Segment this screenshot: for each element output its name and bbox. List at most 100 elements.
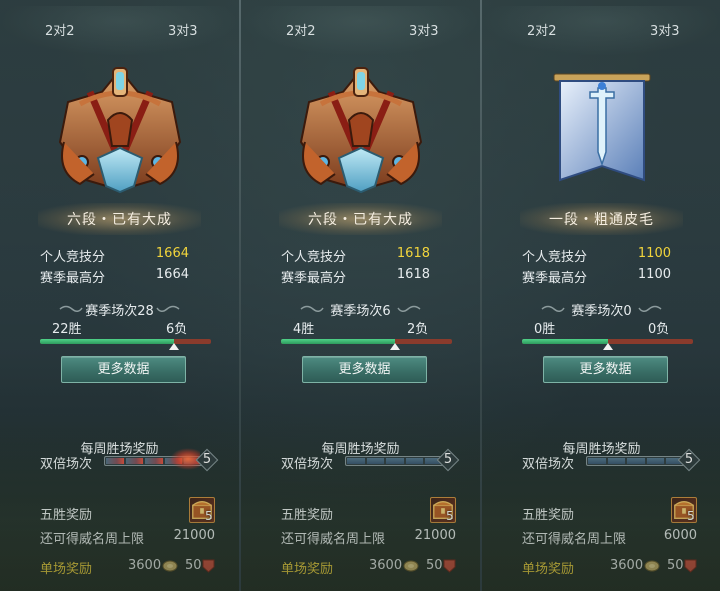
double-count: 5 <box>684 452 694 467</box>
season-high-label: 赛季最高分 <box>40 271 106 286</box>
personal-score-value: 1100 <box>637 246 671 261</box>
coin-icon <box>403 560 419 572</box>
season-matches: 赛季场次6 <box>330 304 391 319</box>
fame-limit-value: 21000 <box>173 528 215 543</box>
tab-3v3[interactable]: 3对3 <box>409 20 439 39</box>
win-loss-marker-icon <box>169 343 180 350</box>
swirl-ornament-right <box>397 305 421 312</box>
segment <box>106 458 124 464</box>
segment <box>646 458 665 464</box>
fame-limit-value: 21000 <box>414 528 456 543</box>
single-match-reward-label: 单场奖励 <box>281 562 334 577</box>
segment <box>386 458 404 464</box>
losses-text: 2负 <box>407 322 429 337</box>
chest-count: 5 <box>446 509 454 523</box>
red-medal-icon <box>443 559 456 573</box>
more-data-button[interactable]: 更多数据 <box>61 356 186 383</box>
season-high-value: 1618 <box>396 267 430 282</box>
segment <box>627 458 645 464</box>
mode-tabs: 2对2 3对3 <box>241 20 480 42</box>
personal-score-label: 个人竞技分 <box>281 250 347 265</box>
win-loss-marker-icon <box>390 343 401 350</box>
bronze-crest-emblem-icon <box>299 67 422 194</box>
rank-title: 一段・粗通皮毛 <box>549 212 654 228</box>
tab-2v2[interactable]: 2对2 <box>286 20 316 39</box>
double-matches-label: 双倍场次 <box>522 457 575 472</box>
win-fill <box>281 339 396 344</box>
blue-banner-sword-emblem-icon <box>553 73 650 182</box>
double-matches-label: 双倍场次 <box>40 457 93 472</box>
bronze-crest-emblem-icon <box>58 67 181 194</box>
coin-reward-value: 3600 <box>610 558 644 573</box>
medal-reward-value: 50 <box>185 558 202 573</box>
segment <box>405 458 424 464</box>
segment <box>366 458 385 464</box>
win-loss-bar <box>281 339 452 344</box>
double-matches-bar <box>345 456 445 466</box>
coin-reward-value: 3600 <box>369 558 403 573</box>
tab-2v2[interactable]: 2对2 <box>45 20 75 39</box>
rank-title: 六段・已有大成 <box>67 212 172 228</box>
segment <box>347 458 365 464</box>
chest-count: 5 <box>687 509 695 523</box>
wins-text: 4胜 <box>293 322 315 337</box>
segment <box>588 458 606 464</box>
chest-count: 5 <box>205 509 213 523</box>
season-matches: 赛季场次28 <box>85 304 154 319</box>
double-count: 5 <box>443 452 453 467</box>
coin-reward-value: 3600 <box>128 558 162 573</box>
medal-reward-value: 50 <box>426 558 443 573</box>
season-high-label: 赛季最高分 <box>522 271 588 286</box>
coin-icon <box>162 560 178 572</box>
tab-3v3[interactable]: 3对3 <box>650 20 680 39</box>
five-win-reward-label: 五胜奖励 <box>40 508 93 523</box>
ranking-panel-3: 2对2 3对3 一段・粗通皮毛 个人竞技分 1100 赛季最高分 1100 赛季… <box>482 0 720 591</box>
fame-limit-label: 还可得威名周上限 <box>40 532 145 547</box>
personal-score-value: 1664 <box>155 246 189 261</box>
personal-score-label: 个人竞技分 <box>40 250 106 265</box>
single-match-reward-label: 单场奖励 <box>522 562 575 577</box>
coin-icon <box>644 560 660 572</box>
fame-limit-label: 还可得威名周上限 <box>522 532 627 547</box>
red-medal-icon <box>684 559 697 573</box>
season-high-value: 1100 <box>637 267 671 282</box>
fame-limit-value: 6000 <box>663 528 697 543</box>
rank-title: 六段・已有大成 <box>308 212 413 228</box>
double-count: 5 <box>202 452 212 467</box>
win-fill <box>522 339 608 344</box>
season-high-label: 赛季最高分 <box>281 271 347 286</box>
win-loss-marker-icon <box>602 343 613 350</box>
medal-reward-value: 50 <box>667 558 684 573</box>
double-matches-label: 双倍场次 <box>281 457 334 472</box>
swirl-ornament-right <box>638 305 662 312</box>
personal-score-value: 1618 <box>396 246 430 261</box>
more-data-button[interactable]: 更多数据 <box>302 356 427 383</box>
season-high-value: 1664 <box>155 267 189 282</box>
tab-3v3[interactable]: 3对3 <box>168 20 198 39</box>
mode-tabs: 2对2 3对3 <box>482 20 720 42</box>
mode-tabs: 2对2 3对3 <box>0 20 239 42</box>
losses-text: 6负 <box>166 322 188 337</box>
fame-limit-label: 还可得威名周上限 <box>281 532 386 547</box>
ranking-panel-2: 2对2 3对3 六段・已有大成 个人竞技分 1618 赛季最高分 1618 赛季… <box>241 0 480 591</box>
more-data-button[interactable]: 更多数据 <box>543 356 668 383</box>
segment <box>145 458 163 464</box>
single-match-reward-label: 单场奖励 <box>40 562 93 577</box>
swirl-ornament-right <box>156 305 180 312</box>
five-win-reward-label: 五胜奖励 <box>522 508 575 523</box>
red-medal-icon <box>202 559 215 573</box>
wins-text: 22胜 <box>52 322 82 337</box>
five-win-reward-label: 五胜奖励 <box>281 508 334 523</box>
ranking-panel-1: 2对2 3对3 六段・已有大成 个人竞技分 1664 赛季最高分 1664 赛季… <box>0 0 239 591</box>
segment <box>125 458 144 464</box>
tab-2v2[interactable]: 2对2 <box>527 20 557 39</box>
wins-text: 0胜 <box>534 322 556 337</box>
personal-score-label: 个人竞技分 <box>522 250 588 265</box>
losses-text: 0负 <box>648 322 670 337</box>
segment <box>607 458 626 464</box>
win-loss-bar <box>40 339 211 344</box>
season-matches: 赛季场次0 <box>571 304 632 319</box>
win-fill <box>40 339 175 344</box>
game-screen: 2对2 3对3 六段・已有大成 个人竞技分 1664 赛季最高分 1664 赛季… <box>0 0 720 591</box>
double-matches-bar <box>586 456 686 466</box>
